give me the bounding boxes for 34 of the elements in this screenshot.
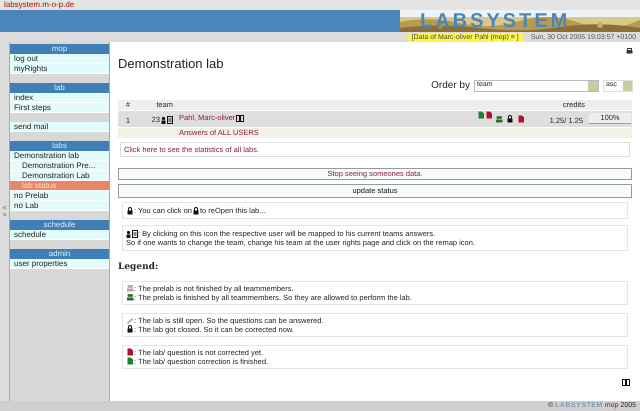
sidebar-item[interactable]: index (10, 93, 109, 103)
site-address[interactable]: labsystem.m-o-p.de (4, 0, 74, 10)
document-icon (517, 115, 525, 123)
sidebar-header: labs (10, 141, 109, 151)
person-document-icon (126, 230, 138, 238)
sidebar-item[interactable]: log out (10, 54, 109, 64)
sidebar-header: lab (10, 83, 109, 93)
sidebar-item[interactable]: myRights (10, 64, 109, 74)
logo: LABSYSTEM (400, 10, 640, 32)
sidebar-item[interactable]: no Lab (10, 201, 109, 211)
book-icon (236, 114, 244, 122)
pen-icon (126, 316, 134, 324)
legend-title: Legend: (118, 261, 160, 274)
sidebar-item[interactable]: Demonstration Lab (10, 171, 109, 181)
sidebar-item[interactable]: user properties (10, 259, 109, 269)
lock-icon (192, 206, 200, 214)
sidebar-item[interactable]: Demonstration lab (10, 151, 109, 161)
sidebar-item[interactable]: Demonstration Pre... (10, 161, 109, 171)
sidebar-header: schedule (10, 220, 109, 230)
sidebar-item[interactable]: no Prelab (10, 191, 109, 201)
order-by-label: Order by (431, 79, 470, 93)
team-icon (495, 115, 503, 123)
lock-icon (126, 206, 134, 214)
printer-icon[interactable] (626, 48, 633, 55)
book-icon (622, 378, 630, 386)
person-document-icon (161, 116, 173, 124)
sidebar-item[interactable]: send mail (10, 122, 109, 132)
lock-icon (126, 325, 134, 333)
sidebar-item[interactable]: schedule (10, 230, 109, 240)
lock-icon (506, 115, 514, 123)
sidebar-item[interactable]: First steps (10, 103, 109, 113)
sidebar-header: admin (10, 249, 109, 259)
page-title: Demonstration lab (118, 56, 224, 72)
sidebar-header: mop (10, 44, 109, 54)
